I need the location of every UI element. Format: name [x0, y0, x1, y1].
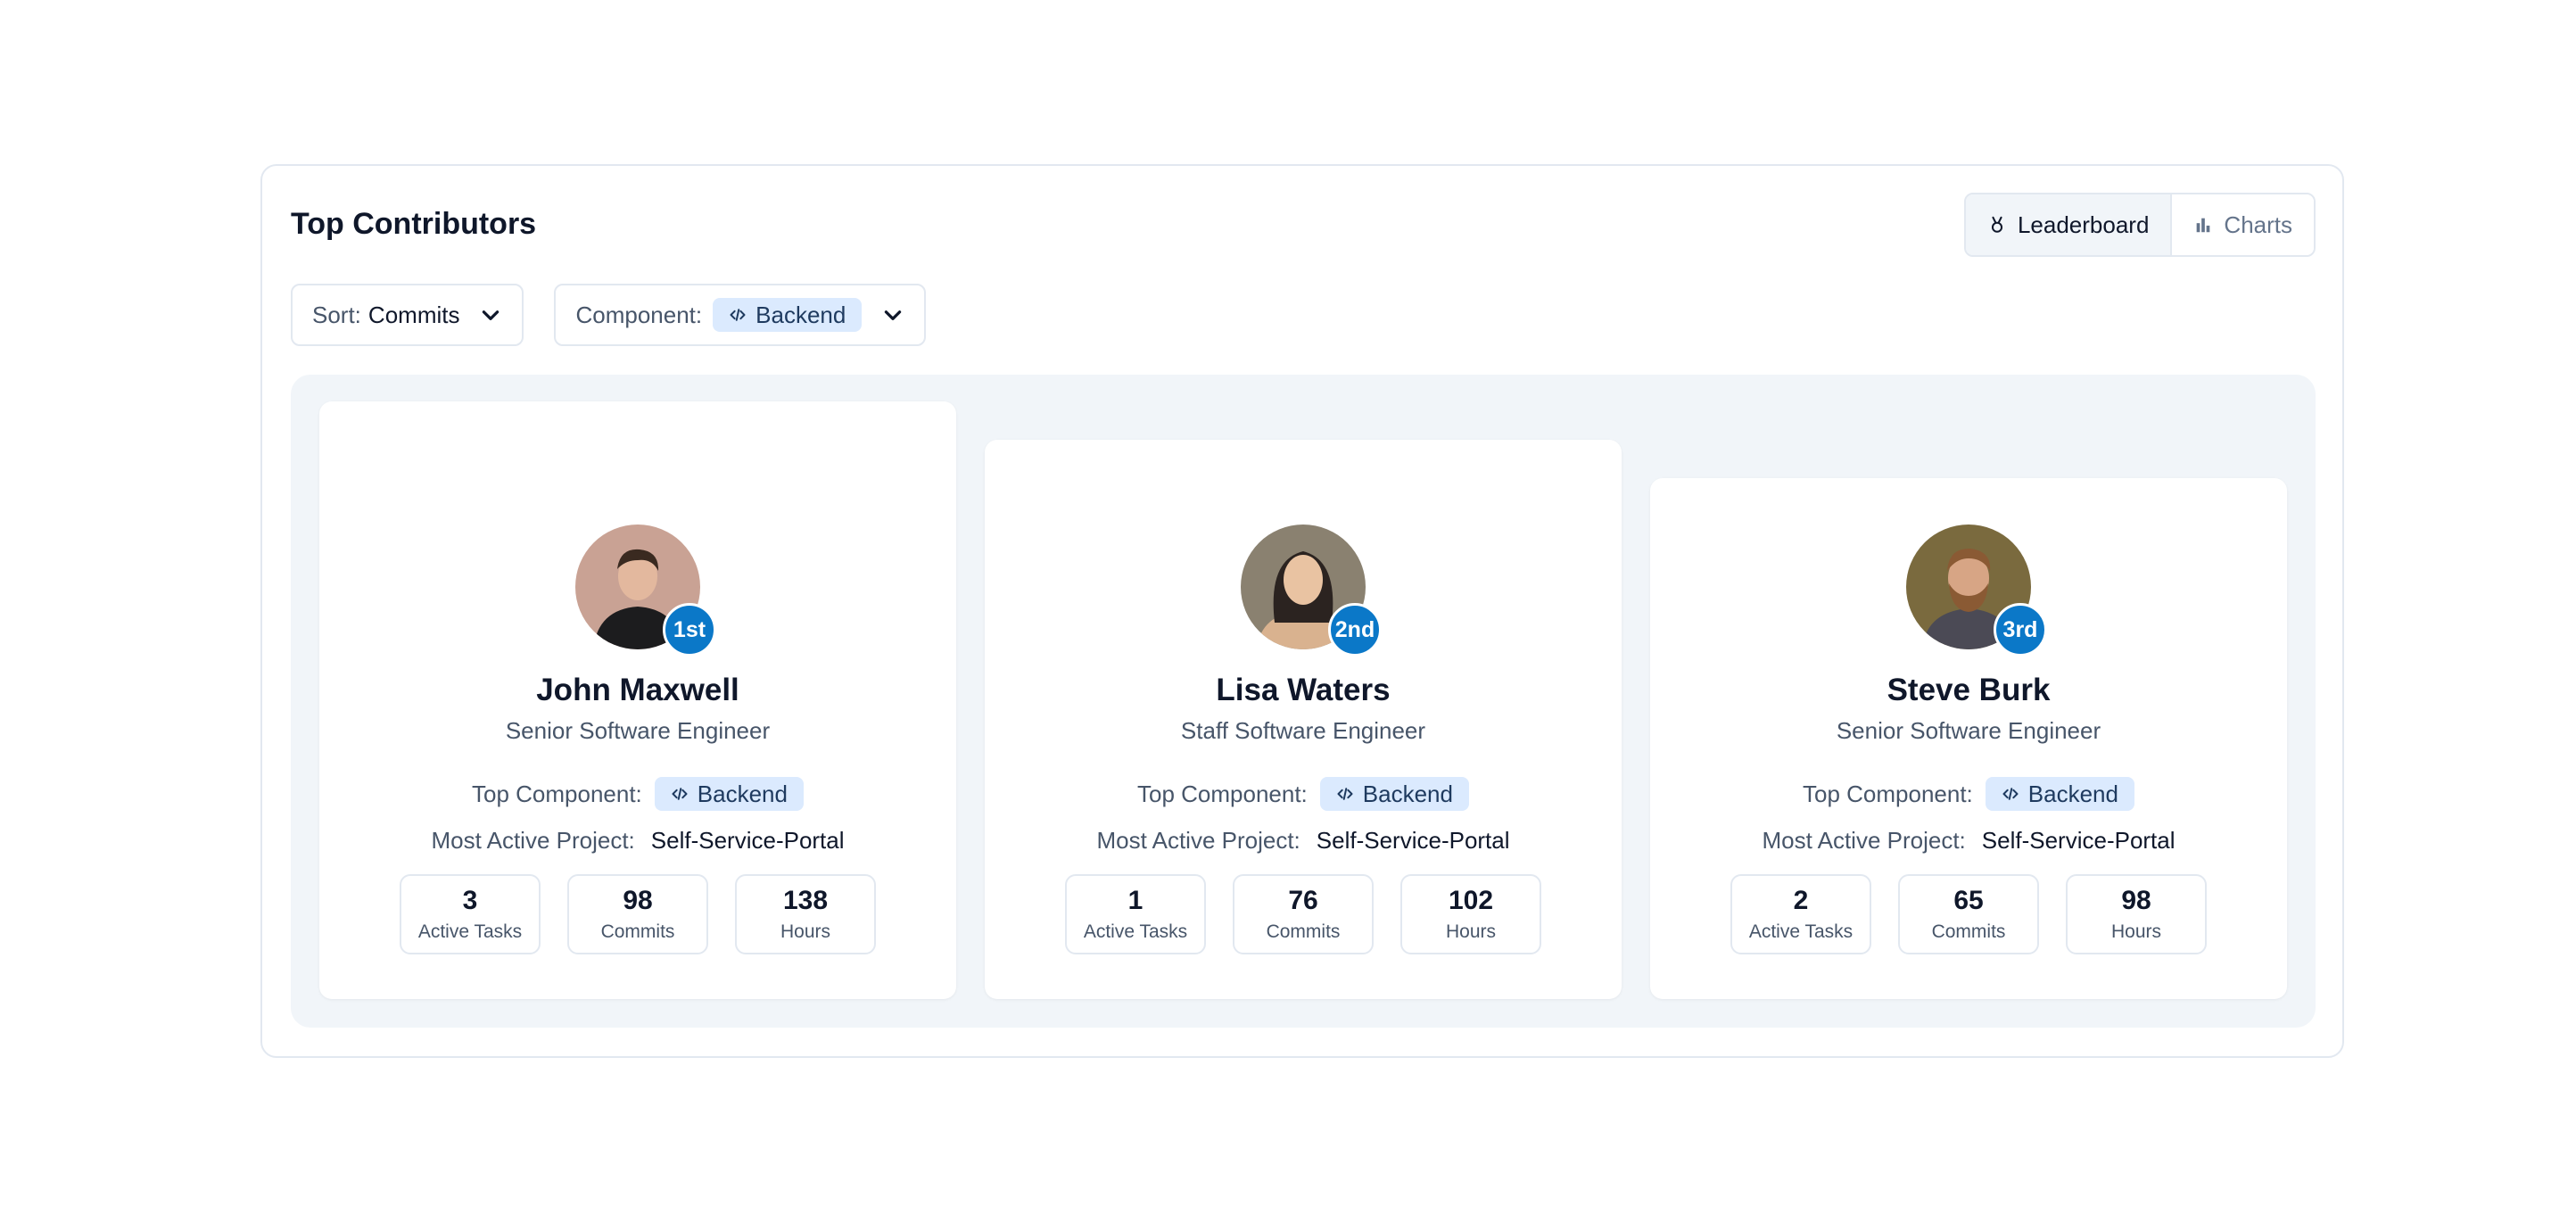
contributor-role: Staff Software Engineer — [1180, 717, 1426, 744]
sort-select[interactable]: Sort: Commits — [291, 284, 524, 346]
medal-icon — [1991, 216, 2003, 233]
stat-value: 1 — [1127, 886, 1144, 915]
component-chip: Backend — [713, 298, 863, 332]
stat-label: Commits — [1931, 921, 2006, 942]
stat-value: 2 — [1793, 886, 1809, 915]
most-active-project-row: Most Active Project: Self-Service-Portal — [1096, 827, 1509, 855]
rank-badge: 3rd — [1994, 603, 2047, 657]
hours-stat: 98 Hours — [2066, 874, 2207, 954]
project-label: Most Active Project: — [431, 827, 635, 854]
code-icon — [1337, 788, 1353, 800]
top-component-label: Top Component: — [1137, 780, 1308, 807]
hours-stat: 102 Hours — [1400, 874, 1541, 954]
contributor-card-1[interactable]: 1st John Maxwell Senior Software Enginee… — [319, 401, 956, 999]
most-active-project-row: Most Active Project: Self-Service-Portal — [431, 827, 844, 855]
component-chip: Backend — [654, 777, 804, 811]
component-select[interactable]: Component: Backend — [554, 284, 927, 346]
active-tasks-stat: 1 Active Tasks — [1065, 874, 1206, 954]
top-component-value: Backend — [2027, 780, 2118, 807]
view-toggle: Leaderboard Charts — [1963, 193, 2316, 257]
contributor-name: John Maxwell — [536, 673, 739, 707]
sort-value: Commits — [367, 301, 460, 328]
avatar-wrap: 1st — [575, 525, 716, 657]
active-tasks-stat: 3 Active Tasks — [400, 874, 541, 954]
chevron-down-icon — [885, 310, 902, 320]
stat-label: Commits — [1266, 921, 1341, 942]
stat-value: 98 — [623, 886, 653, 915]
panel-title: Top Contributors — [291, 207, 537, 241]
stat-label: Commits — [600, 921, 675, 942]
project-value: Self-Service-Portal — [1316, 827, 1510, 854]
stat-label: Active Tasks — [417, 921, 523, 942]
top-component-value: Backend — [1362, 780, 1453, 807]
stat-value: 65 — [1953, 886, 1984, 915]
component-value: Backend — [755, 301, 846, 328]
contributor-card-3[interactable]: 3rd Steve Burk Senior Software Engineer … — [1650, 478, 2287, 999]
top-component-label: Top Component: — [472, 780, 642, 807]
commits-stat: 65 Commits — [1898, 874, 2039, 954]
most-active-project-row: Most Active Project: Self-Service-Portal — [1762, 827, 2175, 855]
stat-label: Active Tasks — [1083, 921, 1188, 942]
stat-label: Hours — [780, 921, 831, 942]
project-value: Self-Service-Portal — [650, 827, 845, 854]
sort-label: Sort: — [312, 301, 361, 328]
stats-row: 3 Active Tasks 98 Commits 138 Hours — [400, 874, 876, 954]
stats-row: 1 Active Tasks 76 Commits 102 Hours — [1065, 874, 1541, 954]
avatar-wrap: 2nd — [1241, 525, 1382, 657]
stat-value: 76 — [1288, 886, 1318, 915]
contributor-card-2[interactable]: 2nd Lisa Waters Staff Software Engineer … — [985, 440, 1622, 999]
contributor-name: Steve Burk — [1887, 673, 2051, 707]
avatar-wrap: 3rd — [1906, 525, 2047, 657]
stat-value: 3 — [462, 886, 478, 915]
top-component-value: Backend — [697, 780, 788, 807]
top-component-row: Top Component: Backend — [1137, 777, 1469, 811]
stat-label: Active Tasks — [1748, 921, 1854, 942]
bar-chart-icon — [2197, 218, 2210, 233]
component-chip: Backend — [1319, 777, 1469, 811]
project-label: Most Active Project: — [1096, 827, 1300, 854]
leaderboard-label: Leaderboard — [2017, 211, 2150, 238]
charts-label: Charts — [2224, 211, 2292, 238]
stats-row: 2 Active Tasks 65 Commits 98 Hours — [1730, 874, 2207, 954]
top-component-label: Top Component: — [1803, 780, 1973, 807]
active-tasks-stat: 2 Active Tasks — [1730, 874, 1871, 954]
project-label: Most Active Project: — [1762, 827, 1966, 854]
commits-stat: 98 Commits — [567, 874, 708, 954]
stat-value: 102 — [1448, 886, 1494, 915]
stat-value: 98 — [2121, 886, 2151, 915]
contributor-role: Senior Software Engineer — [505, 717, 771, 744]
contributor-name: Lisa Waters — [1216, 673, 1391, 707]
stat-label: Hours — [2110, 921, 2162, 942]
stat-label: Hours — [1445, 921, 1497, 942]
hours-stat: 138 Hours — [735, 874, 876, 954]
contributor-role: Senior Software Engineer — [1836, 717, 2101, 744]
filter-bar: Sort: Commits Component: Backend — [291, 284, 927, 346]
stat-value: 138 — [782, 886, 829, 915]
code-icon — [2002, 788, 2019, 800]
code-icon — [672, 788, 688, 800]
commits-stat: 76 Commits — [1233, 874, 1374, 954]
project-value: Self-Service-Portal — [1981, 827, 2176, 854]
charts-tab[interactable]: Charts — [2172, 194, 2314, 255]
component-chip: Backend — [1985, 777, 2134, 811]
leaderboard-podium: 1st John Maxwell Senior Software Enginee… — [291, 375, 2316, 1028]
top-component-row: Top Component: Backend — [1803, 777, 2134, 811]
top-contributors-panel: Top Contributors Leaderboard Charts Sort… — [260, 164, 2344, 1058]
rank-badge: 1st — [663, 603, 716, 657]
code-icon — [730, 309, 746, 321]
leaderboard-tab[interactable]: Leaderboard — [1965, 194, 2173, 255]
chevron-down-icon — [483, 310, 500, 320]
top-component-row: Top Component: Backend — [472, 777, 804, 811]
rank-badge: 2nd — [1328, 603, 1382, 657]
component-label: Component: — [575, 301, 703, 328]
